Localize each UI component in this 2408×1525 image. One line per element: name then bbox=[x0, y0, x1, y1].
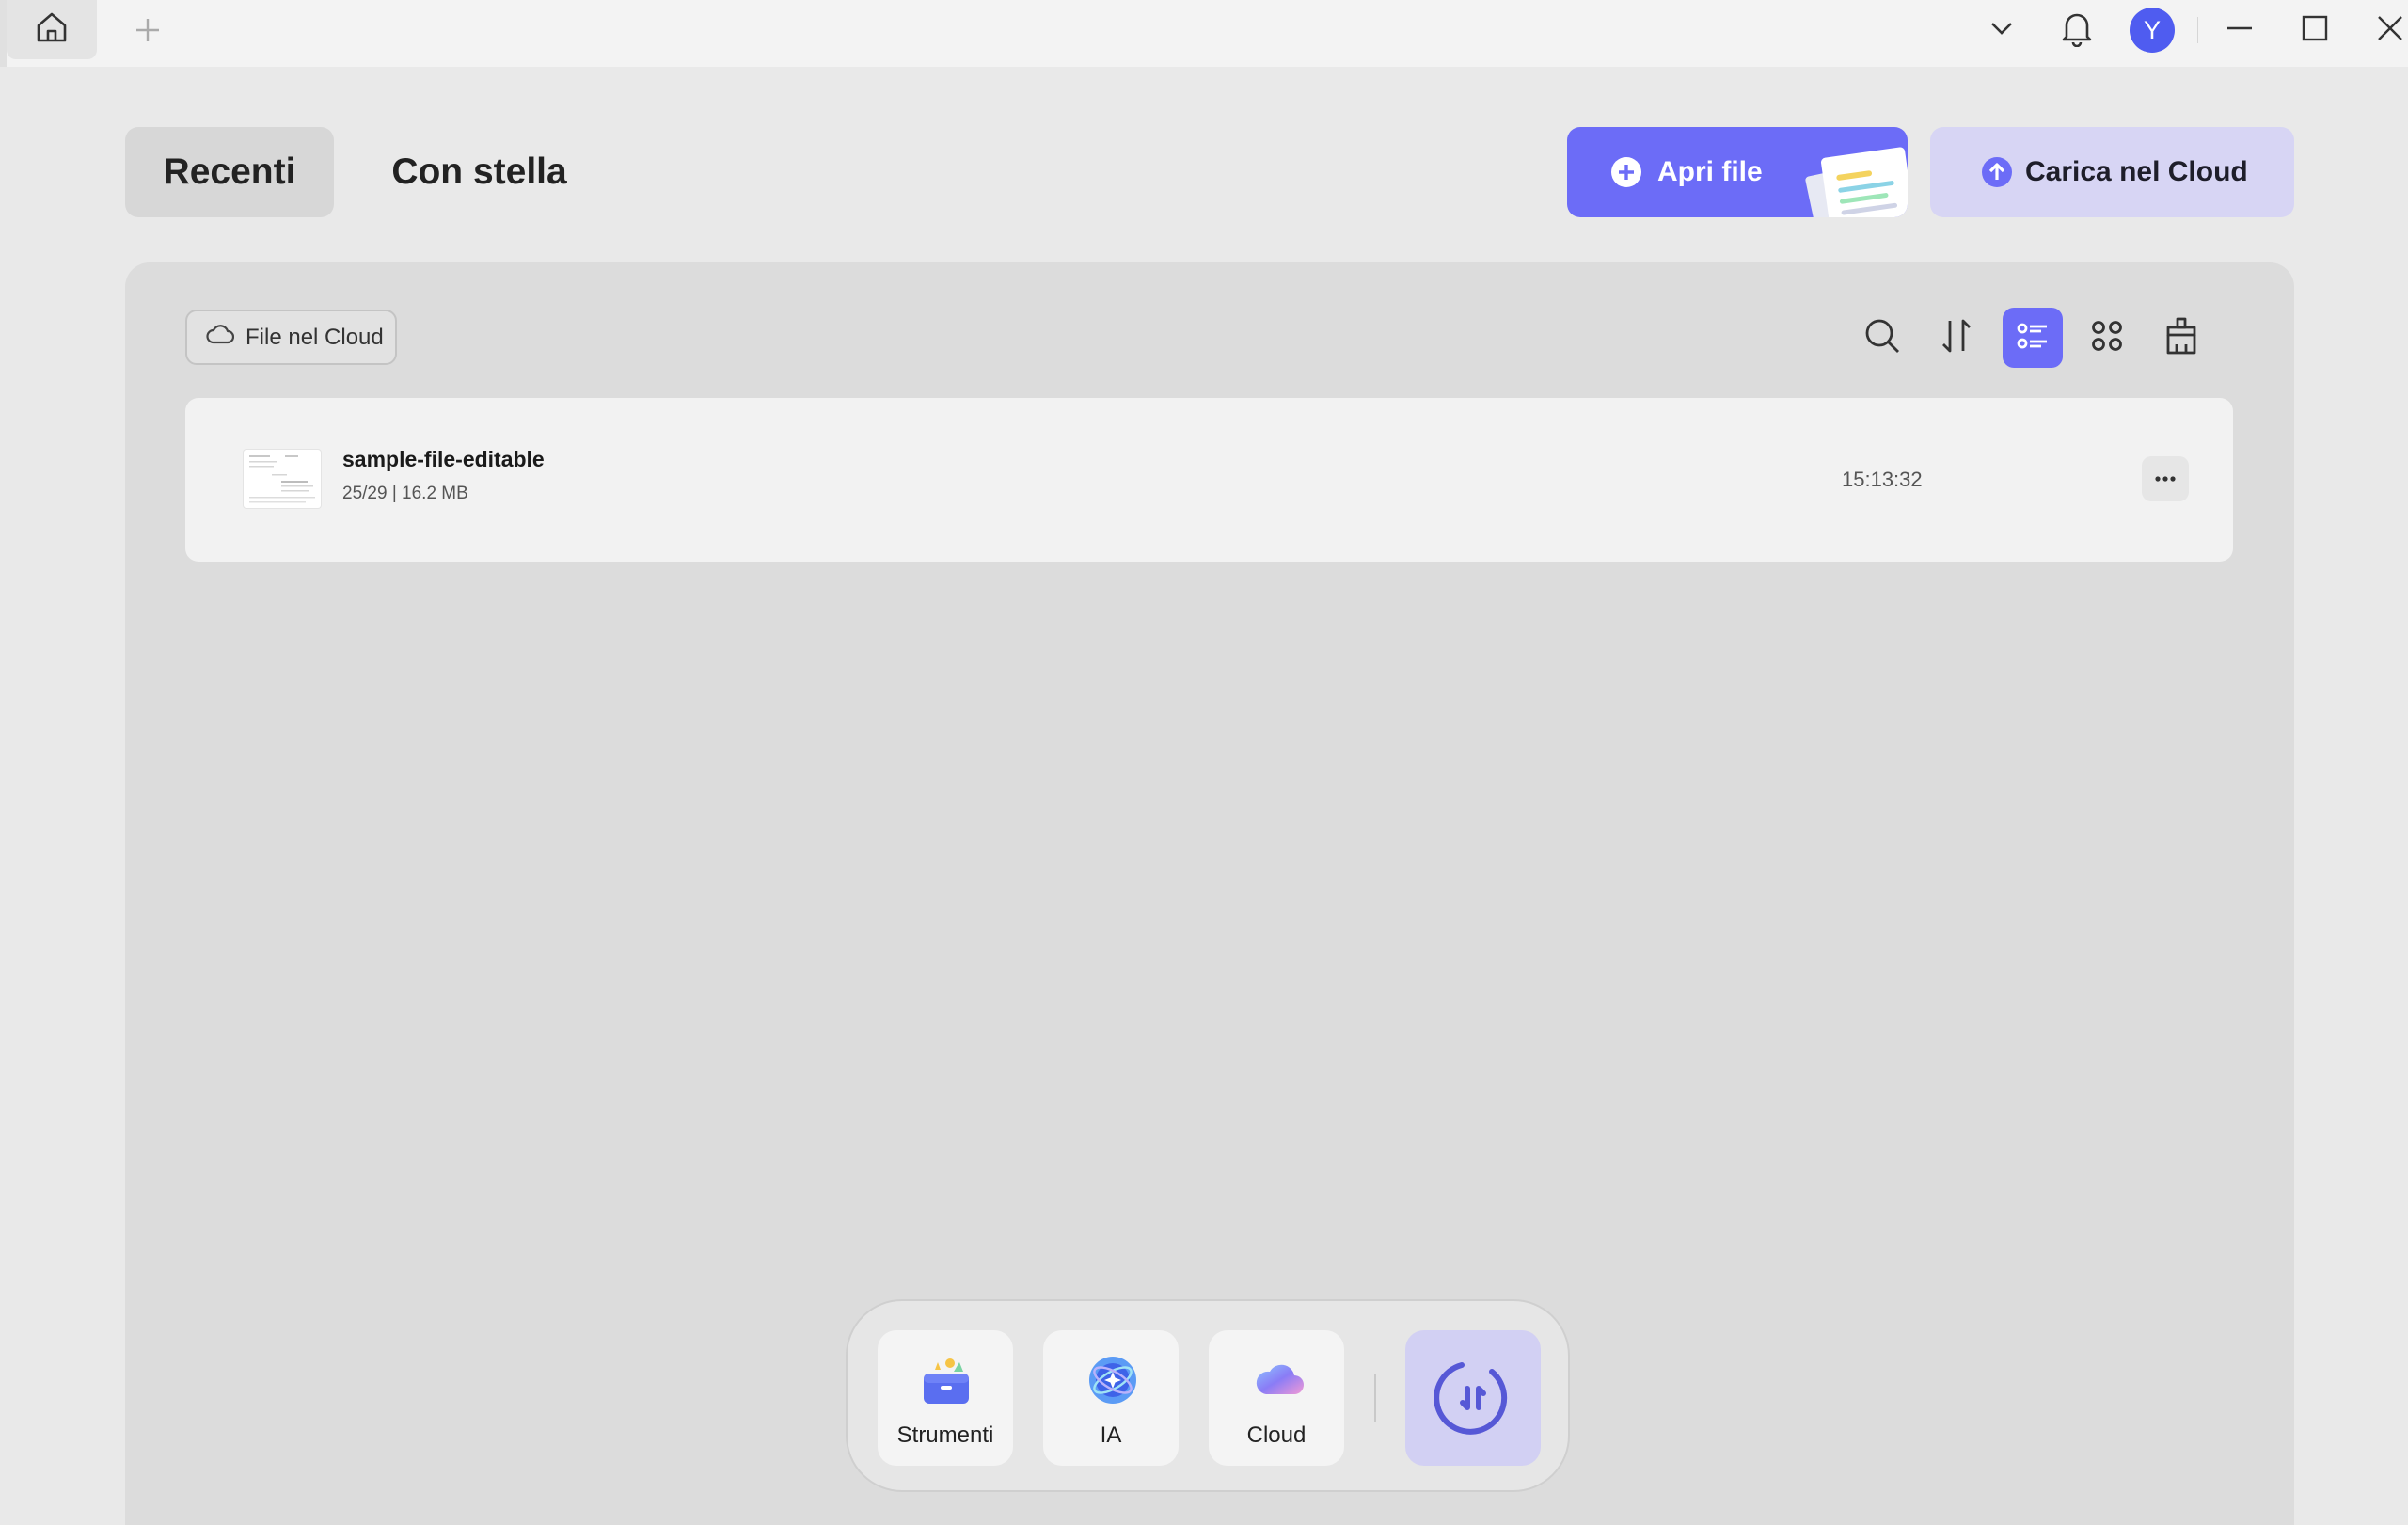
more-horizontal-icon bbox=[2154, 470, 2177, 487]
grid-view-icon bbox=[2090, 319, 2124, 357]
dock-cloud-label: Cloud bbox=[1246, 1422, 1307, 1448]
dock-tools-label: Strumenti bbox=[896, 1422, 994, 1448]
cloud-icon bbox=[1253, 1355, 1306, 1406]
tabs-dropdown-button[interactable] bbox=[1979, 8, 2024, 53]
upload-cloud-button[interactable]: Carica nel Cloud bbox=[1930, 127, 2294, 217]
dock-convert-button[interactable] bbox=[1405, 1330, 1541, 1466]
dock-divider bbox=[1374, 1374, 1376, 1422]
plus-icon bbox=[135, 17, 161, 48]
open-file-button[interactable]: Apri file bbox=[1567, 127, 1908, 217]
bell-icon bbox=[2060, 9, 2094, 52]
tools-icon bbox=[922, 1355, 971, 1412]
notifications-button[interactable] bbox=[2054, 8, 2099, 53]
dock-ai[interactable]: IA bbox=[1043, 1330, 1179, 1466]
dock-tools[interactable]: Strumenti bbox=[878, 1330, 1013, 1466]
search-button[interactable] bbox=[1852, 308, 1912, 368]
file-meta: 25/29 | 16.2 MB bbox=[342, 484, 468, 503]
minimize-button[interactable] bbox=[2217, 8, 2262, 53]
maximize-icon bbox=[2302, 15, 2328, 46]
app-window: Y Recenti Con stella Apri file Carica ne… bbox=[0, 0, 2408, 1525]
list-view-icon bbox=[2016, 319, 2050, 357]
file-row[interactable]: sample-file-editable 25/29 | 16.2 MB 15:… bbox=[185, 398, 2233, 562]
brush-clean-icon bbox=[2162, 316, 2200, 360]
grid-view-button[interactable] bbox=[2077, 308, 2137, 368]
upload-icon bbox=[1981, 156, 2013, 196]
new-tab-button[interactable] bbox=[129, 13, 166, 51]
tab-starred[interactable]: Con stella bbox=[369, 127, 590, 217]
tab-recent[interactable]: Recenti bbox=[125, 127, 334, 217]
user-avatar[interactable]: Y bbox=[2130, 8, 2175, 53]
clean-button[interactable] bbox=[2151, 308, 2211, 368]
cloud-files-label: File nel Cloud bbox=[246, 324, 384, 350]
upload-cloud-label: Carica nel Cloud bbox=[2025, 156, 2248, 187]
close-button[interactable] bbox=[2368, 8, 2408, 53]
close-icon bbox=[2377, 15, 2403, 46]
list-view-button[interactable] bbox=[2003, 308, 2063, 368]
chevron-down-icon bbox=[1989, 16, 2014, 45]
title-bar: Y bbox=[0, 0, 2408, 67]
file-time: 15:13:32 bbox=[1842, 468, 1923, 491]
maximize-button[interactable] bbox=[2292, 8, 2337, 53]
file-more-button[interactable] bbox=[2142, 456, 2189, 501]
file-thumbnail bbox=[244, 450, 321, 508]
ai-icon bbox=[1087, 1355, 1138, 1410]
home-icon bbox=[33, 8, 71, 51]
open-file-label: Apri file bbox=[1657, 156, 1763, 187]
convert-icon bbox=[1434, 1357, 1513, 1440]
minimize-icon bbox=[2226, 14, 2254, 47]
sort-icon bbox=[1940, 317, 1973, 359]
cloud-outline-icon bbox=[206, 323, 235, 352]
plus-circle-icon bbox=[1610, 156, 1642, 196]
dock-ai-label: IA bbox=[1100, 1422, 1122, 1448]
search-icon bbox=[1863, 317, 1901, 359]
sort-button[interactable] bbox=[1926, 308, 1987, 368]
titlebar-divider bbox=[2197, 17, 2198, 43]
document-illustration-icon bbox=[1793, 140, 1908, 217]
cloud-files-filter[interactable]: File nel Cloud bbox=[185, 310, 397, 365]
bottom-dock: Strumenti IA Cloud bbox=[846, 1299, 1570, 1492]
home-tab[interactable] bbox=[7, 0, 97, 59]
file-name: sample-file-editable bbox=[342, 447, 545, 471]
dock-cloud[interactable]: Cloud bbox=[1209, 1330, 1344, 1466]
